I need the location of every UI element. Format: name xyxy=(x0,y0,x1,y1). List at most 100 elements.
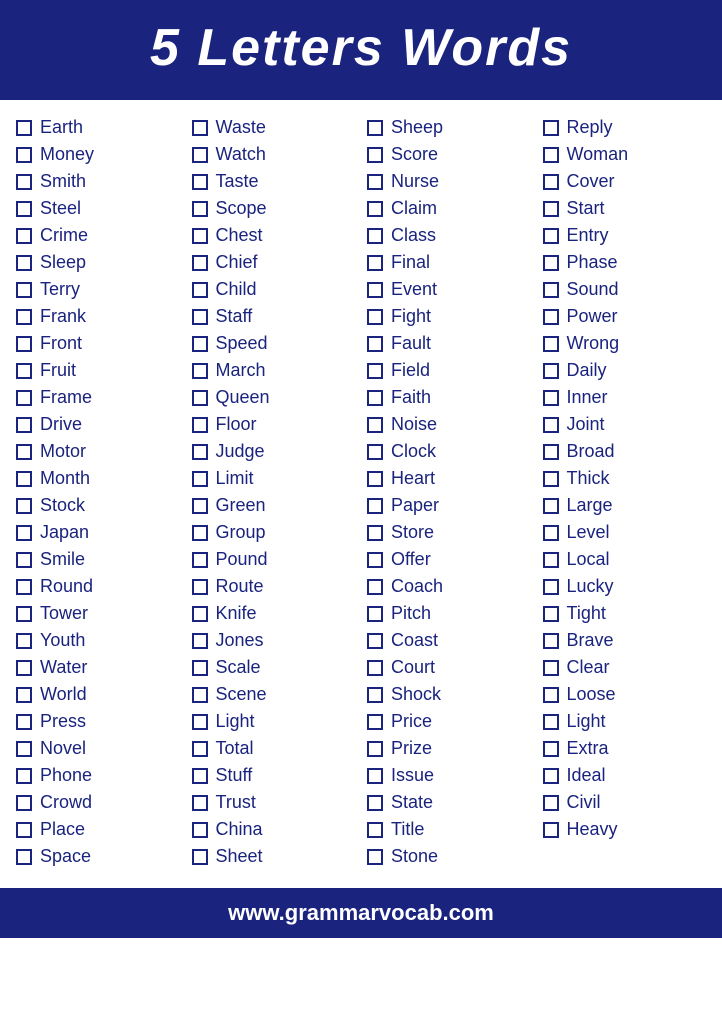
checkbox-icon[interactable] xyxy=(192,849,208,865)
checkbox-icon[interactable] xyxy=(16,849,32,865)
checkbox-icon[interactable] xyxy=(543,606,559,622)
checkbox-icon[interactable] xyxy=(192,822,208,838)
checkbox-icon[interactable] xyxy=(543,822,559,838)
word-item[interactable]: Joint xyxy=(537,411,713,438)
checkbox-icon[interactable] xyxy=(192,444,208,460)
word-item[interactable]: Scale xyxy=(186,654,362,681)
word-item[interactable]: Prize xyxy=(361,735,537,762)
checkbox-icon[interactable] xyxy=(367,255,383,271)
checkbox-icon[interactable] xyxy=(16,309,32,325)
checkbox-icon[interactable] xyxy=(16,579,32,595)
word-item[interactable]: Coach xyxy=(361,573,537,600)
word-item[interactable]: Chief xyxy=(186,249,362,276)
checkbox-icon[interactable] xyxy=(367,201,383,217)
checkbox-icon[interactable] xyxy=(16,606,32,622)
checkbox-icon[interactable] xyxy=(543,363,559,379)
checkbox-icon[interactable] xyxy=(543,633,559,649)
checkbox-icon[interactable] xyxy=(192,471,208,487)
word-item[interactable]: Issue xyxy=(361,762,537,789)
checkbox-icon[interactable] xyxy=(192,147,208,163)
checkbox-icon[interactable] xyxy=(543,201,559,217)
checkbox-icon[interactable] xyxy=(192,768,208,784)
checkbox-icon[interactable] xyxy=(16,471,32,487)
checkbox-icon[interactable] xyxy=(16,201,32,217)
word-item[interactable]: Local xyxy=(537,546,713,573)
checkbox-icon[interactable] xyxy=(543,174,559,190)
checkbox-icon[interactable] xyxy=(543,795,559,811)
word-item[interactable]: Daily xyxy=(537,357,713,384)
word-item[interactable]: Sheet xyxy=(186,843,362,870)
word-item[interactable]: Stock xyxy=(10,492,186,519)
checkbox-icon[interactable] xyxy=(16,417,32,433)
word-item[interactable]: Thick xyxy=(537,465,713,492)
checkbox-icon[interactable] xyxy=(543,714,559,730)
checkbox-icon[interactable] xyxy=(367,147,383,163)
word-item[interactable]: Pitch xyxy=(361,600,537,627)
checkbox-icon[interactable] xyxy=(543,687,559,703)
checkbox-icon[interactable] xyxy=(543,147,559,163)
word-item[interactable]: Total xyxy=(186,735,362,762)
checkbox-icon[interactable] xyxy=(192,633,208,649)
word-item[interactable]: Staff xyxy=(186,303,362,330)
checkbox-icon[interactable] xyxy=(367,390,383,406)
word-item[interactable]: Floor xyxy=(186,411,362,438)
checkbox-icon[interactable] xyxy=(367,687,383,703)
word-item[interactable]: Tower xyxy=(10,600,186,627)
checkbox-icon[interactable] xyxy=(192,741,208,757)
checkbox-icon[interactable] xyxy=(543,120,559,136)
word-item[interactable]: Pound xyxy=(186,546,362,573)
word-item[interactable]: Wrong xyxy=(537,330,713,357)
checkbox-icon[interactable] xyxy=(16,255,32,271)
word-item[interactable]: Final xyxy=(361,249,537,276)
word-item[interactable]: Crowd xyxy=(10,789,186,816)
word-item[interactable]: Power xyxy=(537,303,713,330)
word-item[interactable]: Drive xyxy=(10,411,186,438)
checkbox-icon[interactable] xyxy=(543,552,559,568)
checkbox-icon[interactable] xyxy=(367,579,383,595)
checkbox-icon[interactable] xyxy=(543,417,559,433)
word-item[interactable]: Clock xyxy=(361,438,537,465)
checkbox-icon[interactable] xyxy=(192,228,208,244)
checkbox-icon[interactable] xyxy=(192,363,208,379)
checkbox-icon[interactable] xyxy=(543,525,559,541)
checkbox-icon[interactable] xyxy=(367,660,383,676)
word-item[interactable]: Route xyxy=(186,573,362,600)
checkbox-icon[interactable] xyxy=(543,471,559,487)
checkbox-icon[interactable] xyxy=(367,849,383,865)
word-item[interactable]: Coast xyxy=(361,627,537,654)
word-item[interactable]: Smile xyxy=(10,546,186,573)
checkbox-icon[interactable] xyxy=(16,633,32,649)
checkbox-icon[interactable] xyxy=(367,282,383,298)
word-item[interactable]: Heart xyxy=(361,465,537,492)
checkbox-icon[interactable] xyxy=(192,309,208,325)
word-item[interactable]: Trust xyxy=(186,789,362,816)
word-item[interactable]: Earth xyxy=(10,114,186,141)
checkbox-icon[interactable] xyxy=(367,417,383,433)
checkbox-icon[interactable] xyxy=(543,309,559,325)
checkbox-icon[interactable] xyxy=(16,363,32,379)
checkbox-icon[interactable] xyxy=(16,444,32,460)
word-item[interactable]: Sleep xyxy=(10,249,186,276)
checkbox-icon[interactable] xyxy=(16,120,32,136)
checkbox-icon[interactable] xyxy=(367,606,383,622)
word-item[interactable]: Tight xyxy=(537,600,713,627)
checkbox-icon[interactable] xyxy=(367,228,383,244)
word-item[interactable]: Steel xyxy=(10,195,186,222)
word-item[interactable]: Light xyxy=(186,708,362,735)
word-item[interactable]: Limit xyxy=(186,465,362,492)
word-item[interactable]: Faith xyxy=(361,384,537,411)
checkbox-icon[interactable] xyxy=(192,525,208,541)
checkbox-icon[interactable] xyxy=(543,228,559,244)
checkbox-icon[interactable] xyxy=(543,660,559,676)
word-item[interactable]: Stuff xyxy=(186,762,362,789)
word-item[interactable]: Fruit xyxy=(10,357,186,384)
word-item[interactable]: Broad xyxy=(537,438,713,465)
word-item[interactable]: Waste xyxy=(186,114,362,141)
checkbox-icon[interactable] xyxy=(16,336,32,352)
word-item[interactable]: Month xyxy=(10,465,186,492)
checkbox-icon[interactable] xyxy=(16,174,32,190)
checkbox-icon[interactable] xyxy=(543,444,559,460)
word-item[interactable]: Loose xyxy=(537,681,713,708)
word-item[interactable]: Fight xyxy=(361,303,537,330)
checkbox-icon[interactable] xyxy=(543,255,559,271)
